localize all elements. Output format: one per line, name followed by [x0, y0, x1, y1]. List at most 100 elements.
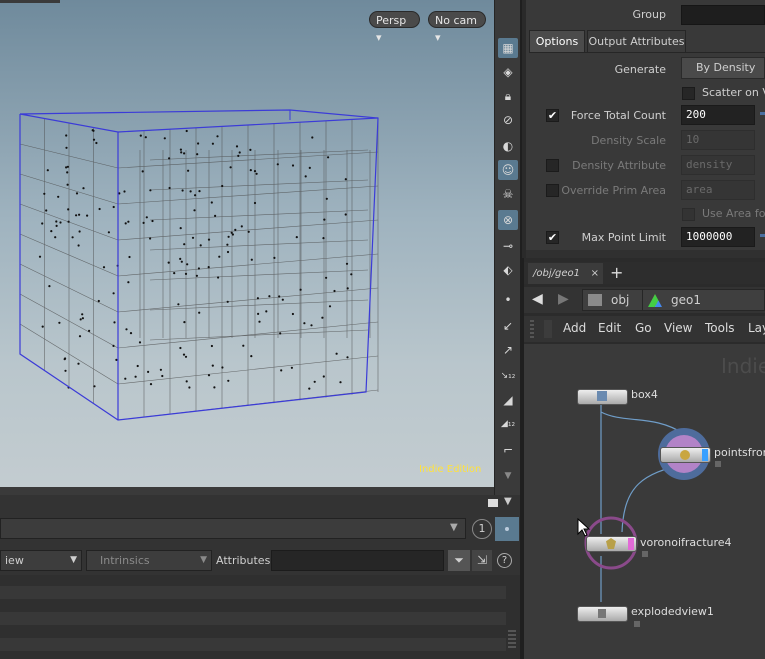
close-icon[interactable]: ×: [591, 263, 599, 284]
snap-icon[interactable]: ⊸: [498, 236, 518, 256]
box-node-icon: [597, 391, 607, 401]
pane-menu-arrow-icon[interactable]: ▼: [504, 496, 512, 507]
attributes-filter-input[interactable]: [271, 550, 444, 571]
scatter-volume-label: Scatter on Vo: [702, 86, 765, 99]
path-bar: ◀ ▶ obj geo1: [524, 287, 765, 313]
generate-select[interactable]: By Density: [681, 57, 765, 79]
forward-arrow-icon[interactable]: ▶: [558, 291, 569, 307]
normal-display-icon[interactable]: ↙: [498, 316, 518, 336]
force-total-field[interactable]: 200: [681, 105, 755, 125]
toolbar-scroll-down-icon[interactable]: ▼: [498, 466, 518, 486]
pointsfrom-node[interactable]: [660, 447, 711, 463]
point-display-icon[interactable]: •: [498, 290, 518, 310]
point-numbers-icon[interactable]: ↘₁₂: [498, 366, 518, 386]
tab-options[interactable]: Options: [529, 30, 585, 52]
lock-icon[interactable]: 🔒︎: [498, 86, 518, 106]
parameter-pane: Group Options Output Attributes Generate…: [522, 0, 765, 258]
max-point-field[interactable]: 1000000: [681, 227, 755, 247]
network-canvas[interactable]: Indie box4 pointsfrom voronoifracture4 e…: [524, 344, 765, 659]
visibility-badge[interactable]: 1: [472, 519, 492, 539]
viewport-geometry: [19, 109, 379, 421]
menu-view[interactable]: View: [664, 321, 692, 335]
menu-tools[interactable]: Tools: [705, 321, 735, 335]
display-options-icon[interactable]: ◈: [498, 62, 518, 82]
view-mode-select[interactable]: iew ▼: [0, 550, 82, 571]
intrinsics-select[interactable]: Intrinsics ▼: [86, 550, 212, 571]
max-point-label: Max Point Limit: [581, 231, 666, 244]
back-arrow-icon[interactable]: ◀: [532, 291, 543, 307]
tab-obj-geo1-label: /obj/geo1: [533, 268, 580, 279]
box4-node[interactable]: [577, 389, 628, 405]
ghost-icon[interactable]: ☺: [498, 160, 518, 180]
box4-node-label: box4: [631, 388, 658, 401]
spreadsheet-table[interactable]: [0, 575, 520, 659]
field-ladder-icon[interactable]: [760, 234, 765, 237]
pin-icon[interactable]: ⊘: [498, 110, 518, 130]
voronoifracture4-node[interactable]: [586, 536, 637, 552]
path-geo1-crumb[interactable]: geo1: [642, 289, 765, 311]
field-ladder-icon[interactable]: [760, 112, 765, 115]
template-flag-icon[interactable]: [628, 538, 634, 550]
group-label: Group: [632, 8, 667, 21]
tab-output-attributes[interactable]: Output Attributes: [587, 30, 686, 52]
density-scale-label: Density Scale: [591, 134, 666, 147]
table-row: [0, 638, 506, 651]
force-total-label: Force Total Count: [570, 109, 666, 122]
help-icon[interactable]: ?: [497, 553, 512, 568]
path-geo1-label: geo1: [671, 293, 701, 307]
display-flag-icon[interactable]: [702, 449, 708, 461]
param-scrollbar[interactable]: [524, 250, 765, 258]
skull-icon[interactable]: ☠: [498, 184, 518, 204]
uv-display-icon[interactable]: ⌐: [498, 440, 518, 460]
tab-obj-geo1[interactable]: /obj/geo1 ×: [528, 263, 603, 284]
menu-layout[interactable]: Lay: [748, 321, 765, 335]
resize-grip[interactable]: [508, 630, 516, 650]
camera-view-icon[interactable]: ⊗: [498, 210, 518, 230]
density-attribute-field[interactable]: density: [681, 155, 755, 175]
pane-layout-icon[interactable]: [488, 499, 498, 507]
export-icon[interactable]: ⇲: [472, 550, 492, 571]
wireframe-shade-icon[interactable]: ▦: [498, 38, 518, 58]
explodedview1-node[interactable]: [577, 606, 628, 622]
camera-menu-button[interactable]: No cam ▾: [428, 11, 486, 44]
menu-go[interactable]: Go: [635, 321, 652, 335]
viewport-display-toolbar: ▦ ◈ 🔒︎ ⊘ ◐ ☺ ☠ ⊗ ⊸ ⬖ • ↙ ↗ ↘₁₂ ◢ ◢₁₂ ⌐ ▼: [494, 0, 521, 495]
group-field[interactable]: [681, 5, 765, 25]
prim-numbers-icon[interactable]: ◢₁₂: [498, 414, 518, 434]
density-scale-field[interactable]: 10: [681, 130, 755, 150]
add-tab-icon[interactable]: +: [610, 263, 623, 282]
edge-display-icon[interactable]: ↗: [498, 340, 518, 360]
prim-display-icon[interactable]: ◢: [498, 390, 518, 410]
pointsfrom-node-label: pointsfrom: [714, 446, 765, 459]
node-path-field[interactable]: ▼: [0, 518, 466, 539]
pane-header-bar: ▼: [0, 495, 520, 513]
path-obj-label: obj: [611, 293, 630, 307]
bucket-icon[interactable]: ⬖: [498, 260, 518, 280]
menu-add[interactable]: Add: [563, 321, 586, 335]
lock-icon: [715, 461, 721, 467]
use-area-checkbox[interactable]: [682, 208, 695, 221]
sphere-icon[interactable]: ◐: [498, 136, 518, 156]
table-row: [0, 586, 506, 599]
persp-menu-button[interactable]: Persp ▾: [369, 11, 420, 44]
filter-icon[interactable]: ⏷: [448, 550, 470, 571]
scene-viewport[interactable]: Persp ▾ No cam ▾ Indie Edition: [0, 0, 494, 487]
dropdown-arrow-icon: ▼: [450, 522, 458, 533]
intrinsics-label: Intrinsics: [100, 554, 150, 567]
network-menu-bar: Add Edit Go View Tools Lay: [524, 316, 765, 342]
viewport-status-strip: [0, 487, 494, 495]
menu-edit[interactable]: Edit: [598, 321, 621, 335]
explodedview1-node-label: explodedview1: [631, 605, 714, 618]
chevron-down-icon: ▼: [200, 555, 207, 565]
pin-pane-icon[interactable]: [495, 517, 519, 541]
obj-context-icon: [588, 294, 602, 306]
table-row: [0, 612, 506, 625]
override-prim-field[interactable]: area: [681, 180, 755, 200]
voronoifracture4-node-label: voronoifracture4: [640, 536, 732, 549]
menu-handle: [544, 320, 552, 338]
geo-node-icon: [648, 294, 662, 307]
viewport-top-strip: [0, 0, 60, 3]
scatter-volume-checkbox[interactable]: [682, 87, 695, 100]
lock-icon: [642, 551, 648, 557]
voronoi-node-icon: [606, 538, 616, 549]
